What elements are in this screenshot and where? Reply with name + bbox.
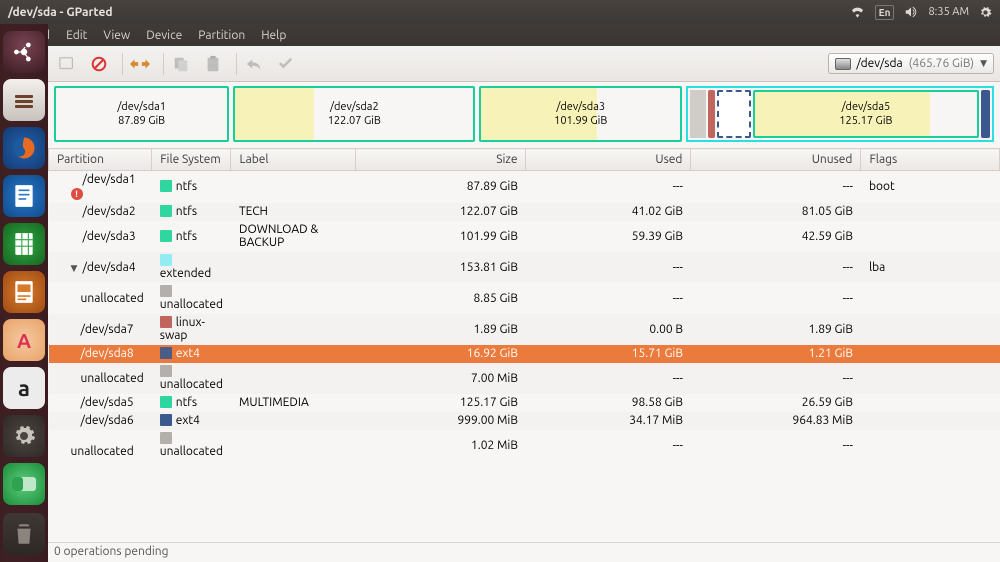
paste-button[interactable]: [200, 51, 226, 77]
fs-swatch: [160, 316, 172, 328]
settings-icon[interactable]: [3, 415, 45, 457]
pending-ops: 0 operations pending: [54, 545, 169, 558]
top-panel: /dev/sda - GParted En 8:35 AM: [0, 0, 1000, 24]
col-used[interactable]: Used: [526, 149, 691, 171]
table-row[interactable]: /dev/sda2 ntfsTECH122.07 GiB41.02 GiB81.…: [49, 203, 1000, 221]
menu-help[interactable]: Help: [261, 29, 286, 42]
menubar: GParted Edit View Device Partition Help: [0, 24, 1000, 46]
graph-unalloc[interactable]: [690, 90, 706, 138]
device-size: (465.76 GiB): [909, 57, 974, 70]
files-icon[interactable]: [3, 79, 45, 121]
fs-swatch: [160, 285, 172, 297]
table-row[interactable]: /dev/sda5 ntfsMULTIMEDIA125.17 GiB98.58 …: [49, 394, 1000, 412]
graph-sda7[interactable]: [708, 90, 715, 138]
fs-swatch: [160, 414, 172, 426]
table-row[interactable]: ▼/dev/sda4 extended153.81 GiB------lba: [49, 252, 1000, 283]
firefox-icon[interactable]: [3, 127, 45, 169]
fs-swatch: [160, 230, 172, 242]
menu-device[interactable]: Device: [146, 29, 182, 42]
volume-icon[interactable]: [904, 6, 918, 18]
chevron-down-icon: ▼: [980, 58, 987, 69]
fs-swatch: [160, 347, 172, 359]
resize-button[interactable]: [127, 51, 153, 77]
table-row[interactable]: unallocated unallocated1.02 MiB------: [49, 430, 1000, 461]
col-partition[interactable]: Partition: [49, 149, 152, 171]
fs-swatch: [160, 365, 172, 377]
table-row[interactable]: /dev/sda7 linux-swap1.89 GiB0.00 B1.89 G…: [49, 314, 1000, 345]
table-row[interactable]: unallocated unallocated8.85 GiB------: [49, 283, 1000, 314]
graph-sda4-extended[interactable]: /dev/sda5125.17 GiB: [686, 86, 994, 142]
device-path: /dev/sda: [856, 57, 902, 70]
dash-icon[interactable]: [3, 31, 45, 73]
gparted-icon[interactable]: [3, 463, 45, 505]
fs-swatch: [160, 254, 172, 266]
fs-swatch: [160, 205, 172, 217]
fs-swatch: [160, 432, 172, 444]
menu-partition[interactable]: Partition: [198, 29, 245, 42]
writer-icon[interactable]: [3, 175, 45, 217]
copy-button[interactable]: [168, 51, 194, 77]
window-title: /dev/sda - GParted: [8, 6, 113, 19]
col-flags[interactable]: Flags: [861, 149, 1000, 171]
device-select[interactable]: /dev/sda (465.76 GiB) ▼: [828, 53, 994, 74]
graph-sda8[interactable]: [717, 90, 751, 138]
graph-sda1[interactable]: /dev/sda187.89 GiB: [54, 86, 229, 142]
warning-icon: !: [71, 188, 83, 200]
graph-sda6[interactable]: [981, 90, 990, 138]
status-bar: 0 operations pending: [48, 542, 1000, 562]
delete-button[interactable]: [86, 51, 112, 77]
table-header[interactable]: Partition File System Label Size Used Un…: [49, 149, 1000, 171]
col-fs[interactable]: File System: [152, 149, 231, 171]
fs-swatch: [160, 396, 172, 408]
workspace: /dev/sda (465.76 GiB) ▼ /dev/sda187.89 G…: [48, 46, 1000, 562]
new-partition-button[interactable]: [54, 51, 80, 77]
table-row[interactable]: /dev/sda3 ntfsDOWNLOAD & BACKUP101.99 Gi…: [49, 221, 1000, 252]
lang-indicator[interactable]: En: [875, 5, 895, 20]
undo-button[interactable]: [241, 51, 267, 77]
fs-swatch: [160, 180, 172, 192]
trash-icon[interactable]: [3, 513, 45, 555]
graph-sda3[interactable]: /dev/sda3101.99 GiB: [479, 86, 682, 142]
partition-graph[interactable]: /dev/sda187.89 GiB /dev/sda2122.07 GiB /…: [54, 86, 994, 142]
clock[interactable]: 8:35 AM: [928, 6, 969, 18]
amazon-icon[interactable]: a: [3, 367, 45, 409]
software-center-icon[interactable]: A: [3, 319, 45, 361]
gear-icon[interactable]: [979, 6, 992, 19]
hd-icon: [835, 58, 851, 70]
table-row[interactable]: unallocated unallocated7.00 MiB------: [49, 363, 1000, 394]
unity-launcher: A a: [0, 24, 48, 562]
impress-icon[interactable]: [3, 271, 45, 313]
wifi-icon[interactable]: [850, 6, 865, 18]
table-row[interactable]: /dev/sda6 ext4999.00 MiB34.17 MiB964.83 …: [49, 412, 1000, 430]
col-size[interactable]: Size: [356, 149, 526, 171]
menu-view[interactable]: View: [103, 29, 130, 42]
partition-table: Partition File System Label Size Used Un…: [48, 148, 1000, 542]
graph-sda2[interactable]: /dev/sda2122.07 GiB: [233, 86, 475, 142]
apply-button[interactable]: [273, 51, 299, 77]
col-unused[interactable]: Unused: [691, 149, 861, 171]
menu-edit[interactable]: Edit: [66, 29, 87, 42]
graph-sda5[interactable]: /dev/sda5125.17 GiB: [753, 90, 979, 138]
calc-icon[interactable]: [3, 223, 45, 265]
col-label[interactable]: Label: [231, 149, 356, 171]
table-row[interactable]: /dev/sda1 !ntfs87.89 GiB------boot: [49, 171, 1000, 203]
table-row[interactable]: /dev/sda8 ext416.92 GiB15.71 GiB1.21 GiB: [49, 345, 1000, 363]
toolbar: /dev/sda (465.76 GiB) ▼: [48, 46, 1000, 82]
